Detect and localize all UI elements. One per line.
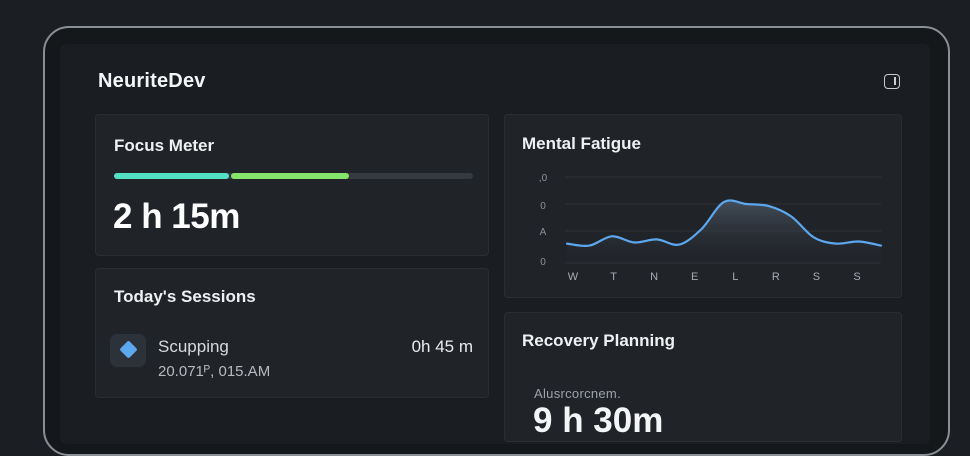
sessions-card: Today's Sessions Scupping 20.071ᴾ, 015.A… bbox=[95, 268, 489, 398]
focus-segment-2 bbox=[231, 173, 349, 179]
x-tick-label: R bbox=[772, 271, 780, 283]
recovery-duration: 9 h 30m bbox=[533, 401, 664, 440]
x-tick-label: W bbox=[568, 271, 579, 283]
x-tick-label: S bbox=[813, 271, 820, 283]
recovery-title: Recovery Planning bbox=[522, 331, 676, 350]
window-toggle-icon[interactable] bbox=[884, 74, 900, 89]
app-title: NeuriteDev bbox=[98, 70, 206, 92]
fatigue-chart: ,0 0 A 0 W T N E L R S S bbox=[539, 173, 883, 283]
gem-icon bbox=[110, 334, 146, 367]
focus-meter-card: Focus Meter 2 h 15m bbox=[95, 114, 489, 256]
focus-meter-title: Focus Meter bbox=[114, 136, 215, 155]
focus-progress-bar bbox=[114, 173, 473, 179]
focus-segment-1 bbox=[114, 173, 229, 179]
fatigue-area bbox=[567, 200, 881, 263]
session-duration: 0h 45 m bbox=[411, 337, 473, 356]
y-tick-label: 0 bbox=[540, 201, 546, 212]
fatigue-card: Mental Fatigue ,0 0 A 0 W T N E L R S S bbox=[504, 114, 902, 298]
x-tick-label: T bbox=[610, 271, 617, 283]
y-tick-label: ,0 bbox=[539, 173, 548, 184]
x-tick-label: L bbox=[732, 271, 738, 283]
session-time: 20.071ᴾ, 015.AM bbox=[158, 363, 271, 380]
focus-duration: 2 h 15m bbox=[113, 197, 240, 236]
session-name[interactable]: Scupping bbox=[158, 337, 229, 357]
x-tick-label: S bbox=[853, 271, 860, 283]
x-tick-label: E bbox=[691, 271, 698, 283]
recovery-subtitle: Alusrcorcnem. bbox=[534, 386, 621, 401]
y-tick-label: A bbox=[540, 227, 547, 238]
sessions-title: Today's Sessions bbox=[114, 287, 256, 306]
y-tick-label: 0 bbox=[540, 257, 546, 268]
x-tick-label: N bbox=[650, 271, 658, 283]
